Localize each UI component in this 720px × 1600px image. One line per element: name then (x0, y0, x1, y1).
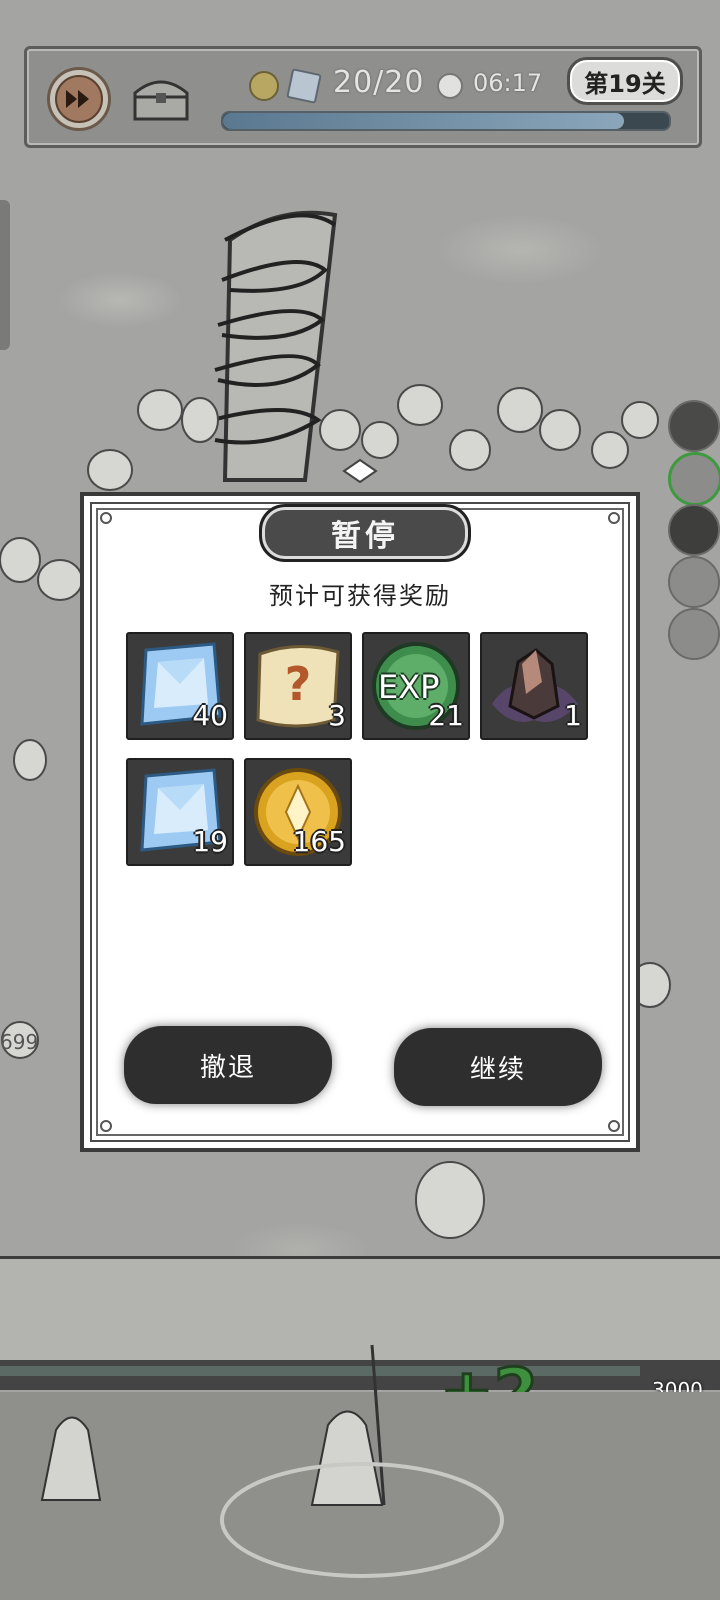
reward-slot[interactable]: ? 3 (244, 632, 352, 740)
skill-slot-2[interactable] (668, 452, 720, 506)
chest-icon (133, 80, 189, 121)
skill-slot-5[interactable] (668, 608, 720, 660)
svg-text:?: ? (285, 657, 312, 711)
reward-quantity: 40 (192, 699, 228, 732)
base-hp-fill (0, 1366, 640, 1376)
stone-floor (0, 1392, 720, 1600)
retreat-button[interactable]: 撤退 (128, 1030, 328, 1100)
castle-wall (0, 1256, 720, 1377)
damage-number: 699 (0, 1030, 39, 1054)
corner-dot (100, 1120, 112, 1132)
fast-forward-icon (66, 90, 89, 108)
reward-slot[interactable]: 1 (480, 632, 588, 740)
tornado (211, 210, 338, 482)
pause-dialog: 暂停 预计可获得奖励 40 ? 3 EXP 21 1 19 165 撤退 继续 (80, 492, 640, 1152)
corner-dot (608, 1120, 620, 1132)
corner-dot (608, 512, 620, 524)
reward-slot[interactable]: 165 (244, 758, 352, 866)
wave-progress-fill (223, 113, 625, 129)
top-hud: 20/20 06:17 第19关 (24, 46, 702, 148)
crystal-count: 20/20 (333, 65, 425, 100)
clock-icon (437, 73, 463, 99)
skill-slot-1[interactable] (668, 400, 720, 452)
wave-progress-bar (221, 111, 671, 131)
reward-quantity: 3 (328, 699, 346, 732)
reward-slot[interactable]: EXP 21 (362, 632, 470, 740)
dialog-subtitle: 预计可获得奖励 (269, 582, 451, 610)
crystal-icon (286, 68, 322, 104)
reward-quantity: 21 (428, 699, 464, 732)
side-drawer-handle[interactable] (0, 200, 10, 350)
coin-icon (249, 71, 279, 101)
reward-slot[interactable]: 40 (126, 632, 234, 740)
reward-slot[interactable]: 19 (126, 758, 234, 866)
skill-slot-3[interactable] (668, 504, 720, 556)
reward-quantity: 165 (292, 825, 346, 858)
chest-button[interactable] (129, 71, 193, 123)
level-badge: 第19关 (567, 57, 683, 105)
speed-toggle-button[interactable] (47, 67, 111, 131)
reward-quantity: 19 (192, 825, 228, 858)
corner-dot (100, 512, 112, 524)
stage-timer: 06:17 (473, 69, 543, 97)
dialog-ornament (342, 458, 378, 484)
continue-button[interactable]: 继续 (398, 1032, 598, 1102)
reward-quantity: 1 (564, 699, 582, 732)
dialog-title: 暂停 (259, 504, 471, 562)
skill-slot-4[interactable] (668, 556, 720, 608)
